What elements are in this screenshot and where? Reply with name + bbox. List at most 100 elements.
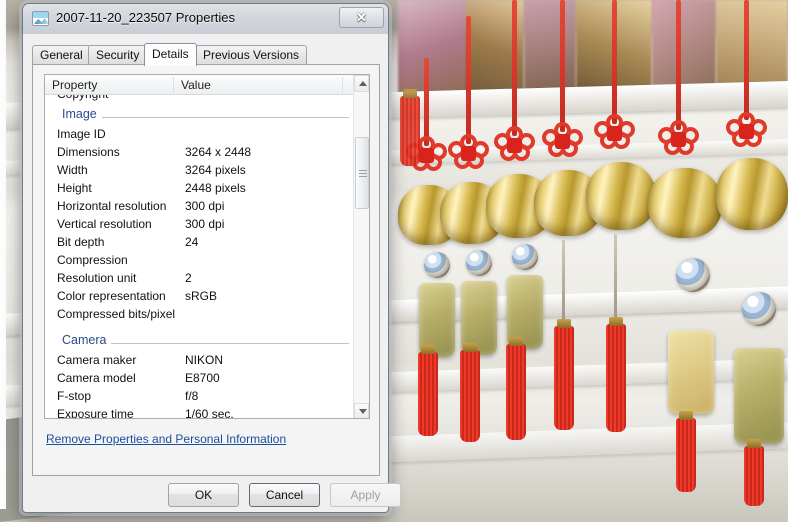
tab-general[interactable]: General [32, 45, 91, 65]
cloisonne-bead [742, 292, 776, 326]
red-tassel [418, 345, 438, 436]
cancel-button[interactable]: Cancel [249, 483, 320, 507]
charm-cord [512, 0, 517, 136]
chinese-knot [494, 126, 536, 164]
row-property: Horizontal resolution [57, 199, 167, 213]
table-row[interactable]: Camera model E8700 [45, 370, 355, 388]
row-property: Compressed bits/pixel [57, 307, 176, 321]
window-title: 2007-11-20_223507 Properties [56, 10, 236, 25]
properties-dialog: 2007-11-20_223507 Properties ✕ General S… [22, 3, 401, 513]
hanger-wire [562, 240, 565, 326]
hanger-wire [614, 234, 617, 324]
charm-cord [612, 0, 617, 124]
row-property: Copyright [57, 95, 108, 101]
title-bar[interactable]: 2007-11-20_223507 Properties ✕ [23, 4, 388, 34]
table-row[interactable]: Bit depth 24 [45, 234, 355, 252]
row-property: Exposure time [57, 407, 134, 419]
dialog-body: General Security Details Previous Versio… [23, 34, 401, 512]
table-row[interactable]: Image ID [45, 126, 355, 144]
row-value: 24 [185, 235, 199, 249]
tab-previous-versions[interactable]: Previous Versions [195, 45, 308, 65]
table-row[interactable]: Compression [45, 252, 355, 270]
background-clutter [524, 0, 576, 96]
ok-button[interactable]: OK [168, 483, 239, 507]
chinese-knot [594, 114, 636, 152]
red-tassel [676, 411, 696, 492]
red-tassel [554, 319, 574, 430]
chinese-knot [658, 120, 700, 158]
inscribed-plaque [734, 348, 784, 444]
window-left-edge [0, 0, 6, 509]
row-property: Width [57, 163, 88, 177]
tab-security[interactable]: Security [88, 45, 148, 65]
list-rows: Copyright Image Image ID Dimensions 3264… [45, 95, 355, 419]
row-property: Resolution unit [57, 271, 137, 285]
scroll-up-icon[interactable] [354, 75, 369, 92]
thumb-grip [359, 170, 367, 177]
row-property: Vertical resolution [57, 217, 152, 231]
properties-list[interactable]: Property Value Copyright Image Image ID [44, 74, 370, 419]
gold-bell [648, 168, 722, 238]
table-row[interactable]: Width 3264 pixels [45, 162, 355, 180]
red-tassel [744, 439, 764, 506]
table-row[interactable]: Resolution unit 2 [45, 270, 355, 288]
chinese-knot [726, 112, 768, 150]
table-row[interactable]: Height 2448 pixels [45, 180, 355, 198]
column-divider[interactable] [173, 77, 174, 93]
charm-cord [424, 58, 429, 146]
row-value: E8700 [185, 371, 220, 385]
red-tassel [400, 89, 420, 166]
table-row[interactable]: Dimensions 3264 x 2448 [45, 144, 355, 162]
apply-button[interactable]: Apply [330, 483, 401, 507]
chinese-knot [448, 134, 490, 172]
cloisonne-bead [676, 258, 710, 292]
remove-properties-link[interactable]: Remove Properties and Personal Informati… [46, 432, 286, 446]
table-row[interactable]: Camera maker NIKON [45, 352, 355, 370]
inscribed-plaque [668, 330, 714, 414]
group-rule [62, 117, 349, 118]
table-row[interactable]: Compressed bits/pixel [45, 306, 355, 324]
scroll-down-icon[interactable] [354, 403, 369, 418]
row-property: Height [57, 181, 92, 195]
row-value: f/8 [185, 389, 199, 403]
image-file-icon [32, 11, 49, 26]
row-property: Dimensions [57, 145, 120, 159]
column-header-property[interactable]: Property [52, 78, 97, 92]
table-row[interactable]: Color representation sRGB [45, 288, 355, 306]
scrollbar-thumb[interactable] [355, 137, 369, 209]
row-value: 2 [185, 271, 192, 285]
cloisonne-bead [466, 250, 492, 276]
column-header-value[interactable]: Value [181, 78, 211, 92]
charm-cord [744, 0, 749, 120]
charm-cord [466, 16, 471, 144]
button-row: OK Cancel Apply [23, 483, 401, 509]
row-value: 2448 pixels [185, 181, 246, 195]
group-header-camera: Camera [45, 330, 355, 352]
charm-cord [676, 0, 681, 130]
row-value: 1/60 sec. [185, 407, 234, 419]
cloisonne-bead [424, 252, 450, 278]
row-property: Image ID [57, 127, 106, 141]
table-row[interactable]: Vertical resolution 300 dpi [45, 216, 355, 234]
red-tassel [460, 343, 480, 442]
close-icon[interactable]: ✕ [339, 7, 384, 28]
chinese-knot [542, 122, 584, 160]
list-column-header: Property Value [45, 75, 369, 95]
table-row[interactable]: Exposure time 1/60 sec. [45, 406, 355, 419]
tab-details[interactable]: Details [144, 43, 197, 66]
background-clutter [652, 0, 716, 96]
row-property: Color representation [57, 289, 166, 303]
group-label: Camera [62, 333, 112, 347]
group-header-image: Image [45, 104, 355, 126]
details-panel: Property Value Copyright Image Image ID [32, 64, 380, 476]
table-row[interactable]: Horizontal resolution 300 dpi [45, 198, 355, 216]
column-divider[interactable] [342, 77, 343, 93]
row-property: F-stop [57, 389, 92, 403]
table-row[interactable]: Copyright [45, 95, 355, 104]
row-value: 3264 pixels [185, 163, 246, 177]
table-row[interactable]: F-stop f/8 [45, 388, 355, 406]
list-scrollbar[interactable] [353, 75, 369, 418]
row-property: Camera model [57, 371, 136, 385]
row-value: 3264 x 2448 [185, 145, 252, 159]
cloisonne-bead [512, 244, 538, 270]
